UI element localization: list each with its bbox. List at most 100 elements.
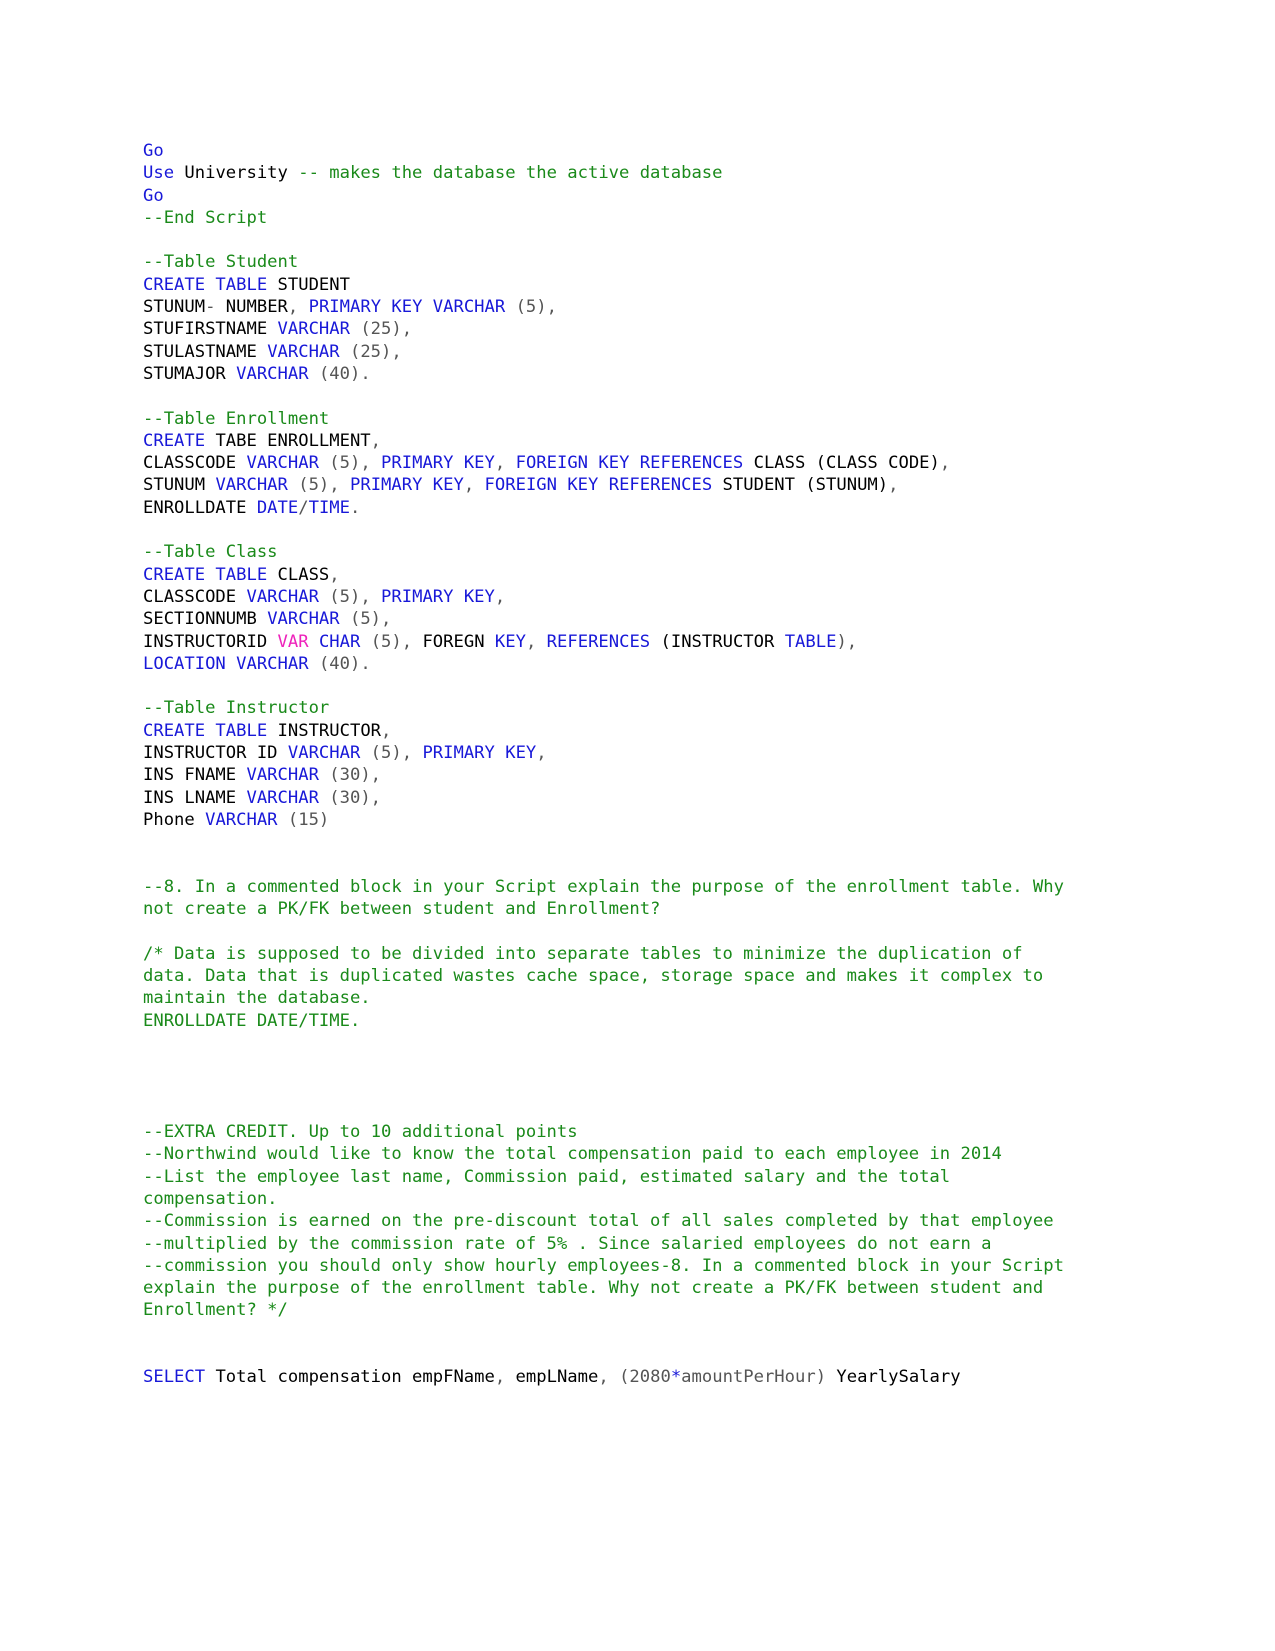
code-line: SELECT Total compensation empFName, empL… (143, 1366, 1073, 1388)
code-token: (INSTRUCTOR (650, 631, 785, 652)
code-token: (5), (329, 586, 371, 607)
code-token: VARCHAR (246, 765, 319, 786)
code-token: , (287, 297, 299, 318)
code-line: --End Script (143, 207, 1073, 229)
code-token: VARCHAR (215, 475, 288, 496)
code-token: TABLE (784, 631, 837, 652)
code-token: (5), (349, 609, 392, 630)
code-token: , (888, 475, 899, 496)
code-line: Go (143, 185, 1073, 207)
code-token: . (350, 497, 361, 518)
code-token: NUMBER (215, 297, 288, 318)
code-token: --Table Student (143, 252, 299, 273)
code-line: STUNUM- NUMBER, PRIMARY KEY VARCHAR (5), (143, 296, 1073, 318)
code-token: (5), (370, 631, 413, 652)
code-token: ), (836, 631, 858, 652)
code-line: --8. In a commented block in your Script… (143, 876, 1073, 921)
code-token: YearlySalary (826, 1367, 961, 1388)
code-line: ENROLLDATE DATE/TIME. (143, 497, 1073, 519)
code-token: - (205, 297, 216, 318)
code-token: --8. In a commented block in your Script… (143, 876, 1075, 920)
code-token: INSTRUCTOR (267, 720, 382, 741)
code-token: / (298, 497, 309, 518)
code-token: PRIMARY KEY (381, 586, 495, 607)
code-token: (5), (370, 743, 413, 764)
code-token: CREATE TABLE (143, 274, 268, 295)
code-token: VARCHAR (236, 363, 309, 384)
code-token: VAR (277, 631, 309, 652)
code-token: INS FNAME (143, 765, 247, 786)
code-token: TIME (308, 497, 350, 518)
code-token: , (463, 475, 475, 496)
code-token: --EXTRA CREDIT. Up to 10 additional poin… (143, 1122, 578, 1143)
code-token: ENROLLDATE DATE/TIME. (143, 1010, 361, 1031)
code-token: (5), (515, 297, 557, 318)
code-token: VARCHAR (246, 586, 319, 607)
code-line: CLASSCODE VARCHAR (5), PRIMARY KEY, (143, 586, 1073, 608)
sql-code-block: Go Use University -- makes the database t… (143, 140, 1073, 1389)
code-token: VARCHAR (205, 809, 278, 830)
code-line: --Table Instructor (143, 697, 1073, 719)
code-token: Total compensation empFName (205, 1367, 495, 1388)
code-token: INS LNAME (143, 787, 247, 808)
code-token: VARCHAR (287, 743, 361, 764)
code-token: CREATE TABLE (143, 564, 268, 585)
code-line: INS LNAME VARCHAR (30), (143, 787, 1073, 809)
code-line: STUMAJOR VARCHAR (40). (143, 363, 1073, 385)
code-line: INSTRUCTOR ID VARCHAR (5), PRIMARY KEY, (143, 742, 1073, 764)
code-token: (5), (298, 475, 340, 496)
code-token: , (329, 564, 340, 585)
code-token: --Table Enrollment (143, 408, 330, 429)
code-token: (25), (349, 341, 402, 362)
code-token: , (939, 453, 951, 474)
code-token: , (370, 430, 382, 451)
code-token: --Northwind would like to know the total… (143, 1144, 1002, 1165)
code-token: STUDENT (267, 274, 350, 295)
code-token: --commission you should only show hourly… (143, 1255, 1075, 1321)
code-line: CLASSCODE VARCHAR (5), PRIMARY KEY, FORE… (143, 452, 1073, 474)
code-token: * (670, 1367, 682, 1388)
code-token: --End Script (143, 207, 268, 228)
code-token: CREATE TABLE (143, 720, 268, 741)
code-line: --EXTRA CREDIT. Up to 10 additional poin… (143, 1121, 1073, 1143)
code-token: amountPerHour) (681, 1367, 827, 1388)
code-token: Go (143, 141, 164, 161)
code-token: LOCATION VARCHAR (143, 653, 309, 674)
code-line: /* Data is supposed to be divided into s… (143, 943, 1073, 1010)
code-token: (5), (329, 453, 371, 474)
code-line: SECTIONNUMB VARCHAR (5), (143, 608, 1073, 630)
code-line: --commission you should only show hourly… (143, 1255, 1073, 1322)
code-token: Phone (143, 809, 206, 830)
code-line: --Table Student (143, 251, 1073, 273)
document-page: Go Use University -- makes the database t… (0, 0, 1275, 1651)
code-token: , (525, 631, 537, 652)
code-token: CLASSCODE (143, 453, 247, 474)
code-token: INSTRUCTORID (143, 631, 278, 652)
code-line: INSTRUCTORID VAR CHAR (5), FOREGN KEY, R… (143, 631, 1073, 653)
code-line: --List the employee last name, Commissio… (143, 1166, 1073, 1211)
code-line: --Commission is earned on the pre-discou… (143, 1210, 1073, 1232)
code-token: /* Data is supposed to be divided into s… (143, 943, 1054, 1009)
code-token: CREATE (143, 430, 206, 451)
code-token: --Table Instructor (143, 698, 330, 719)
code-line: CREATE TABLE STUDENT (143, 274, 1073, 296)
code-token: , (381, 720, 392, 741)
code-token: FOREGN (412, 631, 495, 652)
